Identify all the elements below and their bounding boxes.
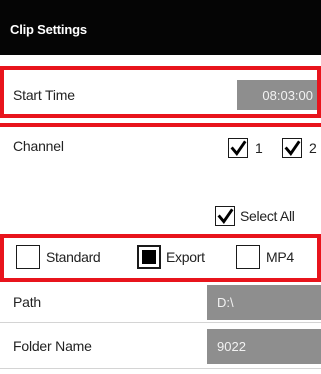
channel-1-label: 1 <box>255 140 263 156</box>
folder-name-label: Folder Name <box>13 338 92 354</box>
channel-2-checkbox[interactable] <box>282 138 302 158</box>
divider <box>0 368 321 369</box>
start-time-label: Start Time <box>13 87 75 103</box>
mp4-option-label: MP4 <box>266 249 294 265</box>
checkmark-icon <box>230 140 246 156</box>
select-all-checkbox[interactable] <box>215 206 235 226</box>
standard-option-label: Standard <box>46 249 101 265</box>
checkmark-icon <box>217 208 233 224</box>
channel-2-label: 2 <box>309 140 317 156</box>
folder-name-field[interactable]: 9022 <box>207 329 321 364</box>
path-label: Path <box>13 294 41 310</box>
export-option-label: Export <box>166 249 205 265</box>
page-title: Clip Settings <box>10 22 87 37</box>
channel-1-checkbox[interactable] <box>228 138 248 158</box>
select-all-label: Select All <box>240 208 295 224</box>
path-field[interactable]: D:\ <box>207 285 321 320</box>
channel-label: Channel <box>13 138 64 154</box>
standard-option-box[interactable] <box>16 245 40 269</box>
export-option-box[interactable] <box>137 245 161 269</box>
checkmark-icon <box>284 140 300 156</box>
mp4-option-box[interactable] <box>236 245 260 269</box>
channel-section-border <box>0 123 321 127</box>
start-time-field[interactable]: 08:03:00 <box>237 80 317 110</box>
divider <box>0 322 321 323</box>
